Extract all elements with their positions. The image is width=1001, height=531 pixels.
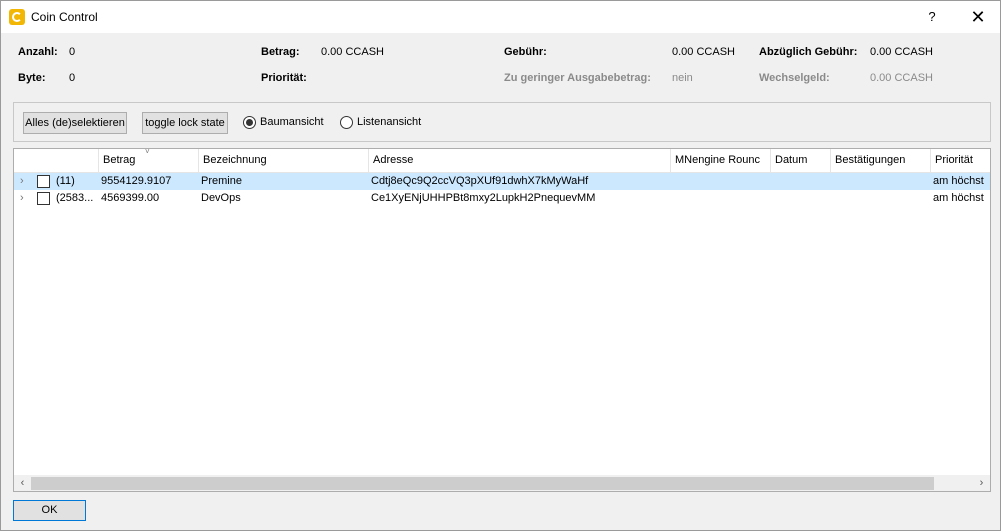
toggle-lock-button[interactable]: toggle lock state	[142, 112, 228, 134]
zu-geringer-value: nein	[672, 72, 693, 84]
row-priority: am höchst	[933, 175, 984, 187]
column-header-bestaetigungen[interactable]: Bestätigungen	[830, 149, 930, 172]
column-header-prioritaet[interactable]: Priorität	[930, 149, 990, 172]
tree-header: Betrag ˅ Bezeichnung Adresse MNengine Ro…	[14, 149, 990, 173]
scroll-left-icon[interactable]: ‹	[14, 475, 31, 491]
expand-arrow-icon[interactable]: ›	[20, 173, 24, 190]
list-view-radio[interactable]	[340, 116, 353, 129]
list-view-label[interactable]: Listenansicht	[357, 116, 421, 128]
anzahl-value: 0	[69, 46, 76, 58]
scroll-right-icon[interactable]: ›	[973, 475, 990, 491]
scroll-thumb[interactable]	[31, 477, 934, 490]
column-header-betrag-label: Betrag	[103, 154, 136, 166]
coin-control-window: Coin Control ? ✕ Anzahl: 0 Byte: 0 Betra…	[0, 0, 1001, 531]
prioritaet-label: Priorität:	[261, 72, 307, 84]
close-button[interactable]: ✕	[961, 4, 995, 30]
window-title: Coin Control	[31, 10, 98, 24]
tree-row[interactable]: › (2583... 4569399.00 DevOps Ce1XyENjUHH…	[14, 190, 990, 207]
anzahl-label: Anzahl:	[18, 46, 58, 58]
byte-label: Byte:	[18, 72, 46, 84]
row-amount: 4569399.00	[101, 192, 160, 204]
abzueglich-label: Abzüglich Gebühr:	[759, 46, 858, 58]
row-label: Premine	[201, 175, 242, 187]
row-count: (11)	[56, 175, 75, 187]
column-header-check[interactable]	[14, 149, 98, 172]
expand-arrow-icon[interactable]: ›	[20, 190, 24, 207]
column-header-mnengine[interactable]: MNengine Rounc	[670, 149, 770, 172]
row-confirmations	[833, 173, 928, 190]
title-bar: Coin Control ? ✕	[1, 1, 1000, 33]
row-checkbox[interactable]	[37, 192, 50, 205]
gebuehr-value: 0.00 CCASH	[672, 46, 735, 58]
row-mnengine	[673, 173, 768, 190]
tree-view-label[interactable]: Baumansicht	[260, 116, 324, 128]
gebuehr-label: Gebühr:	[504, 46, 547, 58]
column-header-datum[interactable]: Datum	[770, 149, 830, 172]
row-checkbox[interactable]	[37, 175, 50, 188]
row-mnengine	[673, 190, 768, 207]
column-header-adresse[interactable]: Adresse	[368, 149, 670, 172]
row-address: Cdtj8eQc9Q2ccVQ3pXUf91dwhX7kMyWaHf	[371, 175, 589, 187]
row-date	[773, 173, 828, 190]
wechselgeld-label: Wechselgeld:	[759, 72, 830, 84]
betrag-label: Betrag:	[261, 46, 300, 58]
row-address: Ce1XyENjUHHPBt8mxy2LupkH2PnequevMM	[371, 192, 596, 204]
app-logo-icon	[9, 9, 25, 25]
horizontal-scrollbar[interactable]: ‹ ›	[14, 475, 990, 491]
abzueglich-value: 0.00 CCASH	[870, 46, 933, 58]
tree-view-radio[interactable]	[243, 116, 256, 129]
row-amount: 9554129.9107	[101, 175, 172, 187]
select-all-button[interactable]: Alles (de)selektieren	[23, 112, 127, 134]
options-bar: Alles (de)selektieren toggle lock state …	[13, 102, 991, 142]
tree-row[interactable]: › (11) 9554129.9107 Premine Cdtj8eQc9Q2c…	[14, 173, 990, 190]
row-count: (2583...	[56, 192, 94, 204]
row-label: DevOps	[201, 192, 241, 204]
ok-button[interactable]: OK	[13, 500, 86, 521]
sort-desc-icon: ˅	[145, 148, 150, 156]
betrag-value: 0.00 CCASH	[321, 46, 384, 58]
zu-geringer-label: Zu geringer Ausgabebetrag:	[504, 72, 651, 84]
help-button[interactable]: ?	[917, 4, 947, 30]
column-header-bezeichnung[interactable]: Bezeichnung	[198, 149, 368, 172]
coin-tree-view[interactable]: Betrag ˅ Bezeichnung Adresse MNengine Ro…	[13, 148, 991, 492]
row-confirmations	[833, 190, 928, 207]
wechselgeld-value: 0.00 CCASH	[870, 72, 933, 84]
row-date	[773, 190, 828, 207]
row-priority: am höchst	[933, 192, 984, 204]
byte-value: 0	[69, 72, 76, 84]
